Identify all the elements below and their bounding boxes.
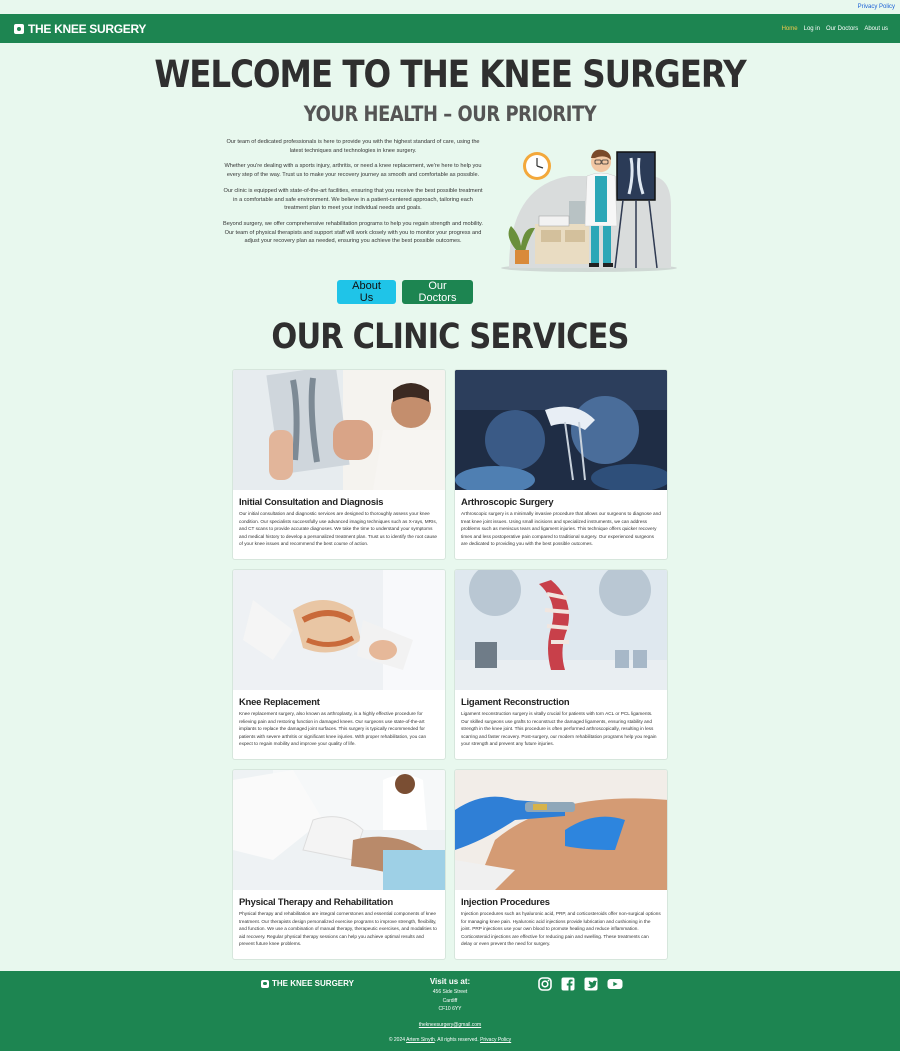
footer-brand-name: THE KNEE SURGERY: [272, 979, 354, 988]
top-utility-bar: Privacy Policy: [0, 0, 900, 14]
nav-our-doctors[interactable]: Our Doctors: [826, 26, 858, 32]
about-us-button[interactable]: About Us: [337, 280, 396, 304]
knee-replacement-image: [233, 570, 445, 690]
footer-email: thekneesurgery@gmail.com: [0, 1022, 900, 1028]
address-line: Cardiff: [442, 997, 458, 1004]
privacy-link-footer[interactable]: Privacy Policy: [480, 1037, 511, 1043]
footer-copyright: © 2024 Artem Sinyth. All rights reserved…: [0, 1037, 900, 1043]
hero-buttons: About Us Our Doctors: [0, 280, 900, 304]
hero-title: WELCOME TO THE KNEE SURGERY: [154, 53, 746, 96]
injection-image: [455, 770, 667, 890]
facebook-icon[interactable]: [561, 977, 575, 991]
address-line: 456 Side Street: [432, 989, 468, 995]
service-card-arthroscopic[interactable]: Arthroscopic Surgery Arthroscopic surger…: [454, 369, 668, 560]
visit-heading: Visit us at:: [429, 977, 471, 986]
consultation-image: [233, 370, 445, 490]
service-title: Physical Therapy and Rehabilitation: [239, 896, 393, 907]
intro-paragraph: Our team of dedicated professionals is h…: [226, 139, 480, 154]
footer: THE KNEE SURGERY Visit us at: 456 Side S…: [0, 971, 900, 1051]
nav-links: Home Log in Our Doctors About us: [782, 26, 888, 32]
service-title: Knee Replacement: [239, 696, 320, 707]
service-title: Initial Consultation and Diagnosis: [239, 496, 384, 507]
intro-paragraph: Whether you're dealing with a sports inj…: [224, 163, 482, 179]
service-card-consultation[interactable]: Initial Consultation and Diagnosis Our i…: [232, 369, 446, 560]
physical-therapy-image: [233, 770, 445, 890]
social-links: [538, 977, 623, 991]
intro-paragraph: Our clinic is equipped with state-of-the…: [223, 187, 483, 212]
author-link[interactable]: Artem Sinyth: [406, 1037, 435, 1043]
copyright-year: © 2024: [388, 1037, 406, 1043]
service-card-ligament[interactable]: Ligament Reconstruction Ligament reconst…: [454, 569, 668, 760]
service-title: Injection Procedures: [461, 896, 550, 907]
services-title: OUR CLINIC SERVICES: [271, 317, 629, 357]
navbar: THE KNEE SURGERY Home Log in Our Doctors…: [0, 14, 900, 43]
brand[interactable]: THE KNEE SURGERY: [14, 22, 146, 36]
twitter-icon[interactable]: [584, 977, 598, 991]
hero-subtitle: YOUR HEALTH – OUR PRIORITY: [303, 102, 597, 126]
service-title: Ligament Reconstruction: [461, 696, 570, 707]
doctor-illustration: [499, 146, 679, 276]
intro-text: Our team of dedicated professionals is h…: [221, 138, 485, 276]
logo-icon: [261, 979, 269, 988]
email-link[interactable]: thekneesurgery@gmail.com: [419, 1022, 481, 1028]
service-description: Physical therapy and rehabilitation are …: [239, 911, 437, 947]
service-card-injection[interactable]: Injection Procedures Injection procedure…: [454, 769, 668, 960]
address-line: CF10 6YY: [438, 1006, 462, 1012]
service-description: Our initial consultation and diagnostic …: [239, 511, 438, 547]
brand-name: THE KNEE SURGERY: [28, 21, 147, 36]
services-grid: Initial Consultation and Diagnosis Our i…: [0, 369, 900, 960]
footer-brand[interactable]: THE KNEE SURGERY: [261, 979, 354, 988]
nav-home[interactable]: Home: [782, 26, 798, 32]
logo-icon: [14, 23, 24, 34]
service-description: Knee replacement surgery, also known as …: [239, 711, 427, 747]
intro-section: Our team of dedicated professionals is h…: [0, 138, 900, 276]
service-description: Injection procedures such as hyaluronic …: [461, 911, 661, 947]
nav-about-us[interactable]: About us: [864, 26, 888, 32]
ligament-image: [455, 570, 667, 690]
rights-text: . All rights reserved.: [434, 1037, 479, 1043]
our-doctors-button[interactable]: Our Doctors: [402, 280, 473, 304]
arthroscopic-image: [455, 370, 667, 490]
service-card-physical-therapy[interactable]: Physical Therapy and Rehabilitation Phys…: [232, 769, 446, 960]
service-description: Arthroscopic surgery is a minimally inva…: [461, 511, 661, 547]
youtube-icon[interactable]: [607, 977, 623, 991]
footer-address: Visit us at: 456 Side Street Cardiff CF1…: [400, 977, 500, 1014]
instagram-icon[interactable]: [538, 977, 552, 991]
service-title: Arthroscopic Surgery: [461, 496, 554, 507]
service-description: Ligament reconstruction surgery is vital…: [461, 711, 657, 747]
privacy-link-top[interactable]: Privacy Policy: [858, 4, 895, 10]
service-card-knee-replacement[interactable]: Knee Replacement Knee replacement surger…: [232, 569, 446, 760]
intro-paragraph: Beyond surgery, we offer comprehensive r…: [223, 220, 483, 245]
nav-login[interactable]: Log in: [804, 26, 820, 32]
